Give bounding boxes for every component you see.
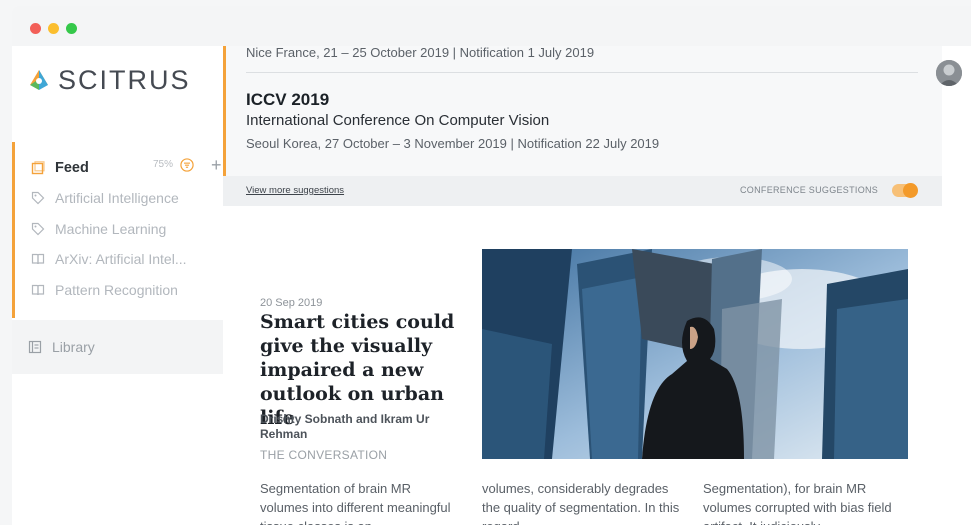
app-window: SCITRUS Feed 75% + Artificial Intelligen… [12, 6, 971, 525]
article-body-column: Segmentation of brain MR volumes into di… [260, 481, 451, 525]
sidebar-item-artificial-intelligence[interactable]: Artificial Intelligence [31, 186, 179, 210]
conference-suggestions-toggle[interactable] [892, 183, 918, 198]
tag-icon [31, 222, 45, 236]
sidebar-item-label: Feed [55, 160, 89, 176]
sidebar-item-label: Artificial Intelligence [55, 190, 179, 206]
scitrus-logo-icon [30, 70, 48, 90]
maximize-window-button[interactable] [66, 23, 77, 34]
divider [246, 72, 918, 73]
toggle-knob [903, 183, 918, 198]
sidebar-item-label: Machine Learning [55, 221, 167, 237]
sidebar-item-label: Pattern Recognition [55, 282, 178, 298]
minimize-window-button[interactable] [48, 23, 59, 34]
sidebar-item-pattern-recognition[interactable]: Pattern Recognition [31, 278, 178, 302]
book-icon [31, 284, 45, 296]
feed-icon [31, 161, 45, 175]
feed-section: Feed 75% + Artificial Intelligence Machi… [12, 142, 223, 318]
avatar-icon [936, 60, 962, 86]
tag-icon [31, 191, 45, 205]
article-date: 20 Sep 2019 [260, 297, 323, 309]
library-icon [28, 340, 42, 354]
city-skyscrapers-image [482, 249, 908, 459]
conference-location-dates: Seoul Korea, 27 October – 3 November 201… [246, 136, 660, 151]
user-avatar[interactable] [936, 60, 962, 86]
sidebar-item-library[interactable]: Library [12, 320, 223, 374]
title-bar [12, 6, 971, 46]
article-source: THE CONVERSATION [260, 448, 388, 462]
sidebar-item-label: ArXiv: Artificial Intel... [55, 251, 187, 267]
sidebar-item-feed[interactable]: Feed 75% + [31, 156, 222, 180]
brand-name: SCITRUS [58, 64, 191, 95]
conference-full-name: International Conference On Computer Vis… [246, 112, 550, 129]
article-body-column: volumes, considerably degrades the quali… [482, 481, 680, 525]
article-card[interactable]: 20 Sep 2019 Smart cities could give the … [223, 206, 942, 525]
close-window-button[interactable] [30, 23, 41, 34]
sidebar: SCITRUS Feed 75% + Artificial Intelligen… [12, 46, 223, 525]
conference-location-dates: Nice France, 21 – 25 October 2019 | Noti… [246, 45, 595, 60]
filter-icon[interactable] [180, 158, 194, 172]
sidebar-item-label: Library [52, 339, 95, 355]
article-body-column: Segmentation), for brain MR volumes corr… [703, 481, 892, 525]
conference-title[interactable]: ICCV 2019 [246, 90, 329, 110]
sidebar-item-machine-learning[interactable]: Machine Learning [31, 217, 166, 241]
add-feed-icon[interactable]: + [211, 156, 222, 174]
library-row: Library [28, 335, 95, 359]
suggestions-bar: View more suggestions CONFERENCE SUGGEST… [223, 176, 942, 206]
book-icon [31, 253, 45, 265]
main-content: Nice France, 21 – 25 October 2019 | Noti… [223, 45, 942, 525]
conference-suggestions-label: CONFERENCE SUGGESTIONS [740, 185, 879, 195]
article-hero-image [482, 249, 908, 459]
sidebar-item-arxiv-ai[interactable]: ArXiv: Artificial Intel... [31, 247, 186, 271]
article-authors: Drishty Sobnath and Ikram Ur Rehman [260, 412, 430, 441]
view-more-suggestions-link[interactable]: View more suggestions [246, 185, 344, 196]
right-panel [942, 46, 971, 525]
brand[interactable]: SCITRUS [28, 64, 191, 96]
feed-percent: 75% [153, 159, 174, 170]
conference-suggestions-panel: Nice France, 21 – 25 October 2019 | Noti… [223, 45, 942, 176]
